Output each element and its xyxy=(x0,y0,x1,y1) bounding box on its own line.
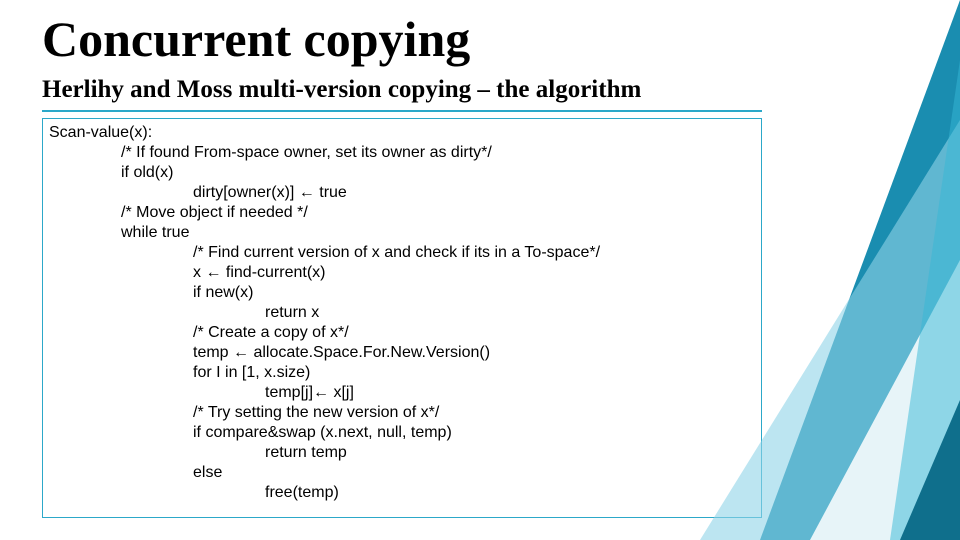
algorithm-code-box: Scan-value(x): /* If found From-space ow… xyxy=(42,118,762,518)
code-line: /* Move object if needed */ xyxy=(49,203,755,223)
title-underline xyxy=(42,110,762,112)
code-line: if new(x) xyxy=(49,283,755,303)
code-line: return x xyxy=(49,303,755,323)
code-line: /* If found From-space owner, set its ow… xyxy=(49,143,755,163)
code-line: if compare&swap (x.next, null, temp) xyxy=(49,423,755,443)
code-line: for I in [1, x.size) xyxy=(49,363,755,383)
code-line: temp ← allocate.Space.For.New.Version() xyxy=(49,343,755,363)
code-line: /* Create a copy of x*/ xyxy=(49,323,755,343)
code-line: if old(x) xyxy=(49,163,755,183)
code-line: while true xyxy=(49,223,755,243)
code-line: /* Try setting the new version of x*/ xyxy=(49,403,755,423)
slide-title: Concurrent copying xyxy=(42,10,470,68)
code-line: else xyxy=(49,463,755,483)
code-line: Scan-value(x): xyxy=(49,123,755,143)
code-line: x ← find-current(x) xyxy=(49,263,755,283)
code-line: return temp xyxy=(49,443,755,463)
code-line: free(temp) xyxy=(49,483,755,503)
code-line: dirty[owner(x)] ← true xyxy=(49,183,755,203)
slide: Concurrent copying Herlihy and Moss mult… xyxy=(0,0,960,540)
slide-subtitle: Herlihy and Moss multi-version copying –… xyxy=(42,76,641,104)
code-line: /* Find current version of x and check i… xyxy=(49,243,755,263)
code-line: temp[j]← x[j] xyxy=(49,383,755,403)
